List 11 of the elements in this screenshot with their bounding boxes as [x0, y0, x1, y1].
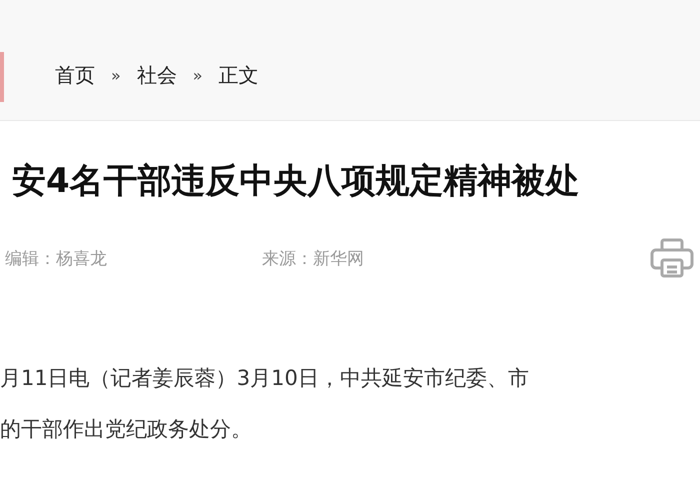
article-meta: 编辑：杨喜龙 — [5, 248, 108, 270]
breadcrumb-link[interactable]: 正文 — [218, 62, 259, 88]
breadcrumb-separator: » — [111, 66, 121, 84]
article-title: 安4名干部违反中央八项规定精神被处 — [12, 160, 581, 203]
article-text: 的干部作出党纪政务处分。 — [0, 416, 253, 443]
breadcrumb-separator: » — [192, 66, 203, 84]
article-text: 月11日电（记者姜辰蓉）3月10日，中共延安市纪委、市 — [0, 365, 530, 392]
breadcrumb-link[interactable]: 社会 — [136, 62, 177, 88]
breadcrumb-link[interactable]: 首页 — [55, 62, 95, 88]
article-meta: 来源：新华网 — [262, 248, 365, 270]
print-icon[interactable] — [650, 238, 694, 278]
